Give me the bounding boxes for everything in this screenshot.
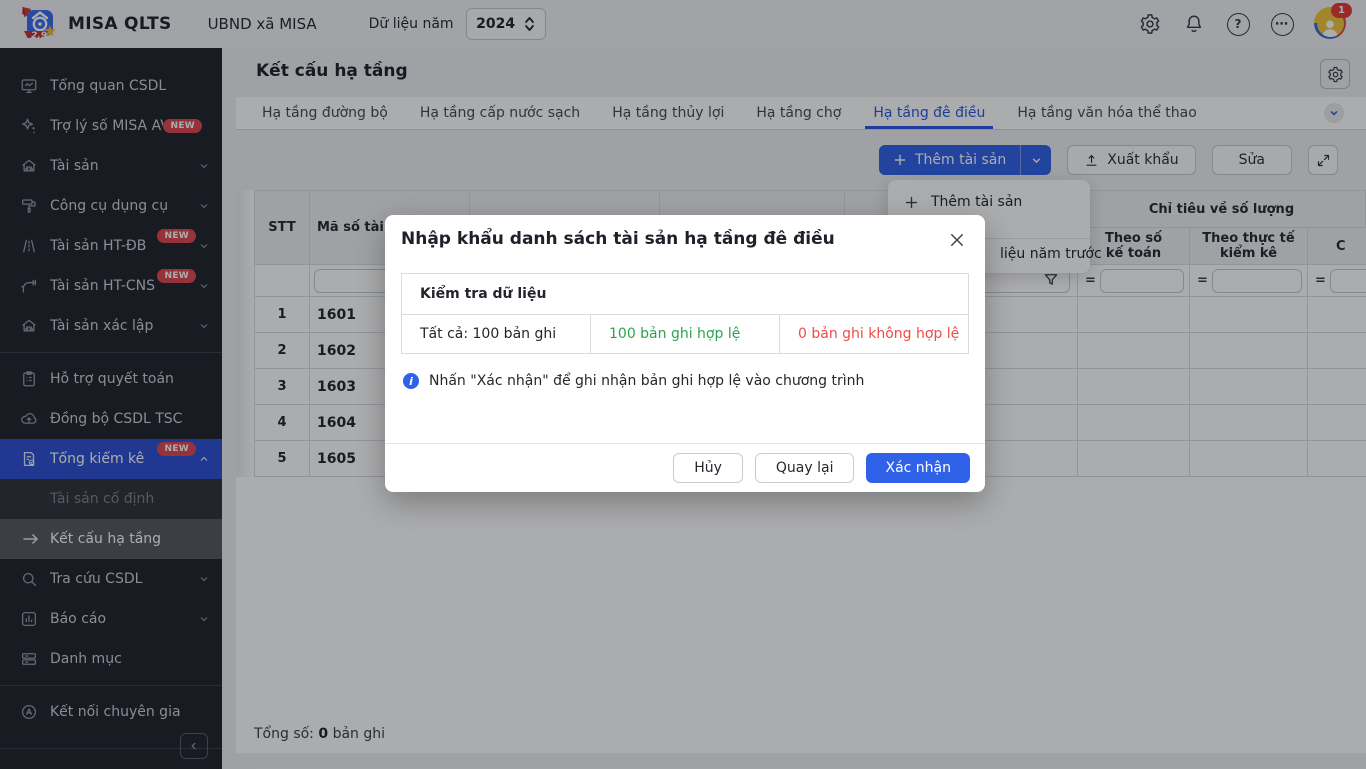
check-table-row: Tất cả: 100 bản ghi 100 bản ghi hợp lệ 0… (402, 315, 968, 353)
valid-records-cell: 100 bản ghi hợp lệ (590, 315, 779, 353)
modal-title: Nhập khẩu danh sách tài sản hạ tầng đê đ… (401, 229, 835, 249)
invalid-records-cell: 0 bản ghi không hợp lệ (779, 315, 968, 353)
info-icon: i (403, 373, 419, 389)
confirm-button[interactable]: Xác nhận (866, 453, 970, 483)
back-button[interactable]: Quay lại (755, 453, 855, 483)
app-root: 2.9 MISA QLTS UBND xã MISA Dữ liệu năm 2… (0, 0, 1366, 769)
check-table-header: Kiểm tra dữ liệu (402, 274, 968, 315)
cancel-button[interactable]: Hủy (673, 453, 743, 483)
total-records-cell: Tất cả: 100 bản ghi (402, 315, 590, 353)
modal-footer: Hủy Quay lại Xác nhận (385, 443, 985, 492)
close-icon[interactable] (945, 228, 969, 252)
data-check-table: Kiểm tra dữ liệu Tất cả: 100 bản ghi 100… (401, 273, 969, 354)
import-result-modal: Nhập khẩu danh sách tài sản hạ tầng đê đ… (385, 215, 985, 492)
confirmation-note: i Nhấn "Xác nhận" để ghi nhận bản ghi hợ… (403, 373, 864, 389)
